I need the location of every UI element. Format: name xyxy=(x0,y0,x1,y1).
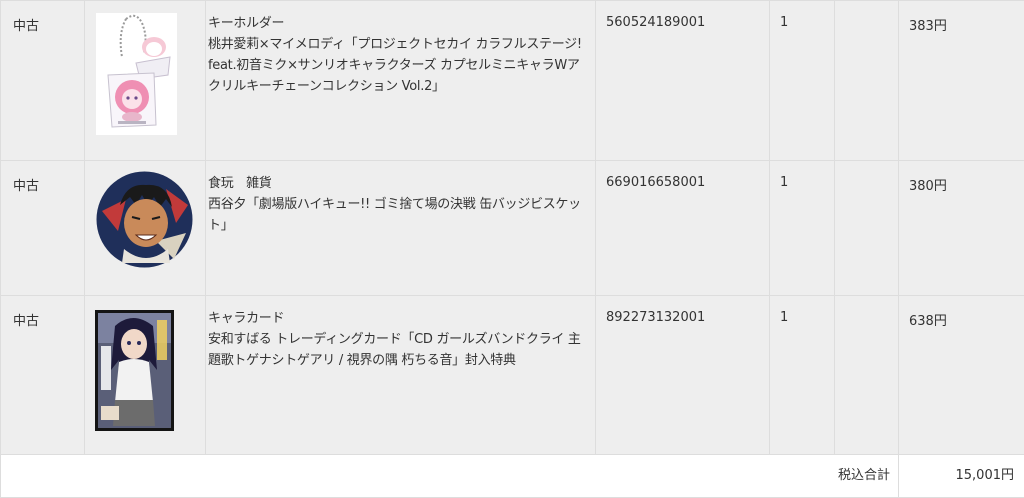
image-cell xyxy=(85,161,206,296)
order-items-table: 中古 キーホルダー 桃井愛莉×マイメロディ「プロジェクトセカイ カラフルス xyxy=(0,0,1024,498)
condition-label: 中古 xyxy=(13,19,39,34)
condition-cell: 中古 xyxy=(1,296,85,455)
order-item-row: 中古 キャラカード 安和すばる トレーディングカード「CD ガールズバンドクライ… xyxy=(1,296,1024,455)
price-cell: 383円 xyxy=(899,1,1024,161)
item-quantity: 1 xyxy=(780,310,788,325)
item-title[interactable]: 西谷夕「劇場版ハイキュー!! ゴミ捨て場の決戦 缶バッジビスケット」 xyxy=(208,194,585,236)
item-price: 383円 xyxy=(909,19,947,34)
total-label: 税込合計 xyxy=(838,468,890,483)
description-cell: キャラカード 安和すばる トレーディングカード「CD ガールズバンドクライ 主題… xyxy=(206,296,596,455)
order-item-row: 中古 食玩 雑貨 西谷夕「劇場版ハイキュー!! ゴミ捨て場の決戦 缶バッジビスケ… xyxy=(1,161,1024,296)
item-price: 380円 xyxy=(909,179,947,194)
can-badge-thumbnail[interactable] xyxy=(96,171,193,268)
quantity-cell: 1 xyxy=(770,296,835,455)
item-quantity: 1 xyxy=(780,15,788,30)
item-code-cell: 669016658001 xyxy=(596,161,770,296)
total-value-cell: 15,001円 xyxy=(899,455,1024,498)
trading-card-thumbnail[interactable] xyxy=(95,310,174,431)
item-title[interactable]: 桃井愛莉×マイメロディ「プロジェクトセカイ カラフルステージ! feat.初音ミ… xyxy=(208,34,585,97)
condition-cell: 中古 xyxy=(1,1,85,161)
image-cell xyxy=(85,1,206,161)
image-cell xyxy=(85,296,206,455)
item-category: キーホルダー xyxy=(208,13,585,34)
order-item-row: 中古 キーホルダー 桃井愛莉×マイメロディ「プロジェクトセカイ カラフルス xyxy=(1,1,1024,161)
description-cell: 食玩 雑貨 西谷夕「劇場版ハイキュー!! ゴミ捨て場の決戦 缶バッジビスケット」 xyxy=(206,161,596,296)
quantity-cell: 1 xyxy=(770,161,835,296)
item-quantity: 1 xyxy=(780,175,788,190)
description-cell: キーホルダー 桃井愛莉×マイメロディ「プロジェクトセカイ カラフルステージ! f… xyxy=(206,1,596,161)
condition-cell: 中古 xyxy=(1,161,85,296)
total-value: 15,001円 xyxy=(956,468,1015,483)
total-label-cell: 税込合計 xyxy=(1,455,899,498)
item-code: 892273132001 xyxy=(606,310,705,325)
item-title[interactable]: 安和すばる トレーディングカード「CD ガールズバンドクライ 主題歌トゲナシトゲ… xyxy=(208,329,585,371)
acrylic-keychain-thumbnail[interactable] xyxy=(96,13,177,135)
condition-label: 中古 xyxy=(13,314,39,329)
item-code: 560524189001 xyxy=(606,15,705,30)
item-price: 638円 xyxy=(909,314,947,329)
empty-cell xyxy=(835,296,899,455)
item-code-cell: 892273132001 xyxy=(596,296,770,455)
quantity-cell: 1 xyxy=(770,1,835,161)
empty-cell xyxy=(835,1,899,161)
item-code-cell: 560524189001 xyxy=(596,1,770,161)
price-cell: 380円 xyxy=(899,161,1024,296)
item-code: 669016658001 xyxy=(606,175,705,190)
price-cell: 638円 xyxy=(899,296,1024,455)
item-category: キャラカード xyxy=(208,308,585,329)
condition-label: 中古 xyxy=(13,179,39,194)
total-row: 税込合計 15,001円 xyxy=(1,455,1024,498)
empty-cell xyxy=(835,161,899,296)
item-category: 食玩 雑貨 xyxy=(208,173,585,194)
